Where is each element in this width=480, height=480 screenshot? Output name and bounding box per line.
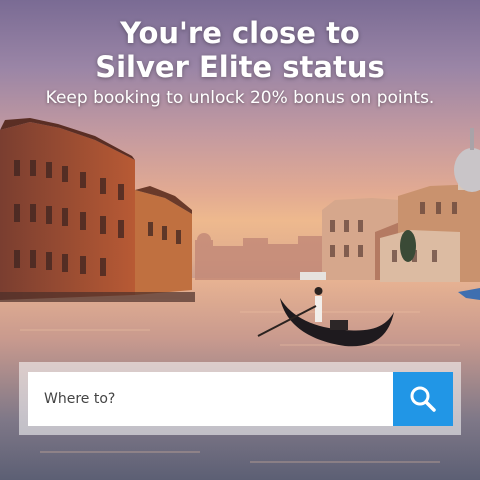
search-icon: [410, 386, 436, 412]
headline-line-2: Silver Elite status: [95, 50, 385, 84]
promo-banner: You're close to Silver Elite status Keep…: [0, 0, 480, 480]
search-panel: [19, 362, 461, 435]
headline-line-1: You're close to: [120, 16, 360, 50]
search-button[interactable]: [393, 372, 453, 426]
subheadline: Keep booking to unlock 20% bonus on poin…: [45, 88, 435, 108]
destination-search-input[interactable]: [28, 372, 393, 426]
headline: You're close to Silver Elite status: [0, 16, 480, 84]
